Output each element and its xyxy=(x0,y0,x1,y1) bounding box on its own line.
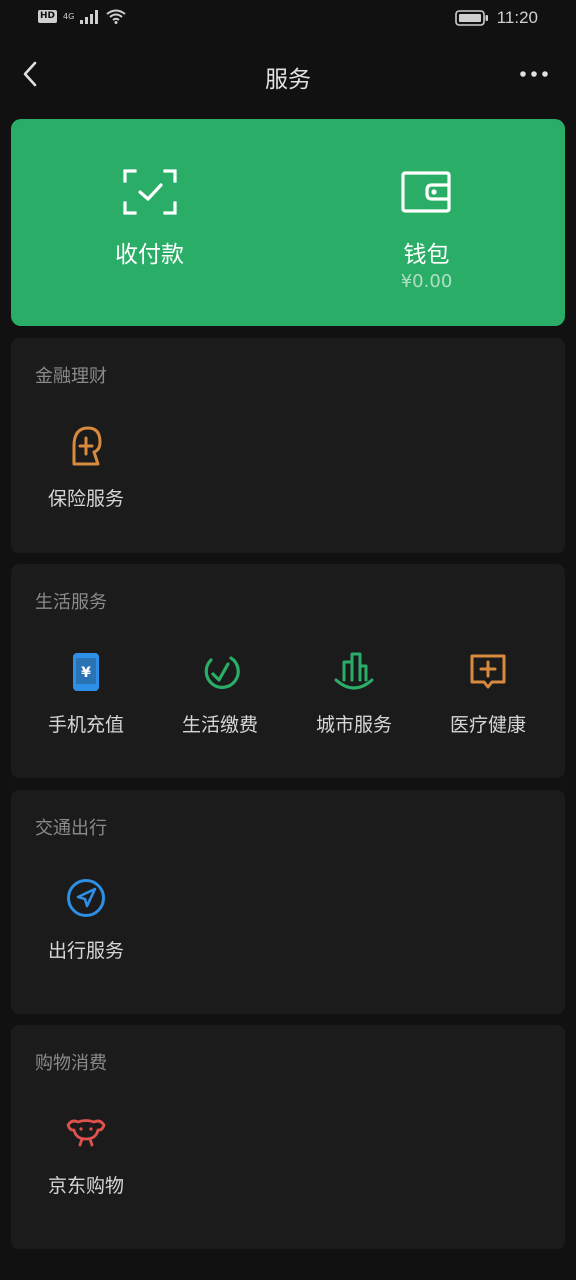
service-city[interactable]: 城市服务 xyxy=(279,650,429,760)
status-bar: HD 4G 11:20 xyxy=(0,0,576,40)
pay-receive-button[interactable]: 收付款 xyxy=(11,119,288,326)
pay-receive-label: 收付款 xyxy=(115,242,184,268)
status-right: 11:20 xyxy=(454,8,538,28)
battery-icon xyxy=(454,10,488,26)
service-jd-shopping[interactable]: 京东购物 xyxy=(11,1111,161,1221)
wallet-button[interactable]: 钱包 ¥0.00 xyxy=(288,119,565,326)
service-utility-bill[interactable]: 生活缴费 xyxy=(145,650,295,760)
signal-icon xyxy=(80,9,99,24)
nav-bar: 服务 xyxy=(0,46,576,104)
wifi-icon xyxy=(106,9,126,24)
medical-icon xyxy=(470,654,506,689)
insurance-icon xyxy=(72,426,102,466)
network-type: 4G xyxy=(63,11,75,21)
wallet-balance: ¥0.00 xyxy=(400,271,453,292)
service-travel[interactable]: 出行服务 xyxy=(11,876,161,986)
section-finance: 金融理财 保险服务 xyxy=(11,338,565,553)
service-medical[interactable]: 医疗健康 xyxy=(413,650,563,760)
service-label: 城市服务 xyxy=(315,714,392,736)
mobile-topup-icon: ¥ xyxy=(73,653,99,691)
navigation-icon xyxy=(67,879,105,917)
status-left: HD 4G xyxy=(38,9,126,24)
section-life: 生活服务 ¥ 手机充值 生活缴费 城市服务 医疗健康 xyxy=(11,564,565,778)
service-insurance[interactable]: 保险服务 xyxy=(11,424,161,534)
service-label: 京东购物 xyxy=(47,1175,124,1197)
section-title: 购物消费 xyxy=(35,1053,107,1074)
wallet-label: 钱包 xyxy=(403,242,450,268)
payment-card: 收付款 钱包 ¥0.00 xyxy=(11,119,565,326)
jd-dog-icon xyxy=(66,1119,106,1147)
page-title: 服务 xyxy=(265,67,311,93)
section-title: 交通出行 xyxy=(35,818,107,839)
section-shopping: 购物消费 京东购物 xyxy=(11,1025,565,1249)
hd-badge: HD xyxy=(38,10,58,23)
scan-check-icon xyxy=(122,169,177,215)
service-label: 生活缴费 xyxy=(181,714,258,736)
section-title: 生活服务 xyxy=(35,592,107,613)
section-transport: 交通出行 出行服务 xyxy=(11,790,565,1014)
city-service-icon xyxy=(334,652,374,690)
service-label: 出行服务 xyxy=(47,940,124,962)
service-label: 手机充值 xyxy=(47,714,124,736)
utility-bill-icon xyxy=(204,656,240,689)
more-button[interactable] xyxy=(514,60,554,88)
section-title: 金融理财 xyxy=(35,366,107,387)
service-label: 保险服务 xyxy=(47,488,124,510)
wallet-icon xyxy=(400,171,451,213)
service-mobile-topup[interactable]: ¥ 手机充值 xyxy=(11,650,161,760)
service-label: 医疗健康 xyxy=(449,714,526,736)
more-dots-icon xyxy=(520,71,548,77)
clock: 11:20 xyxy=(496,8,538,27)
svg-text:¥: ¥ xyxy=(81,665,91,681)
